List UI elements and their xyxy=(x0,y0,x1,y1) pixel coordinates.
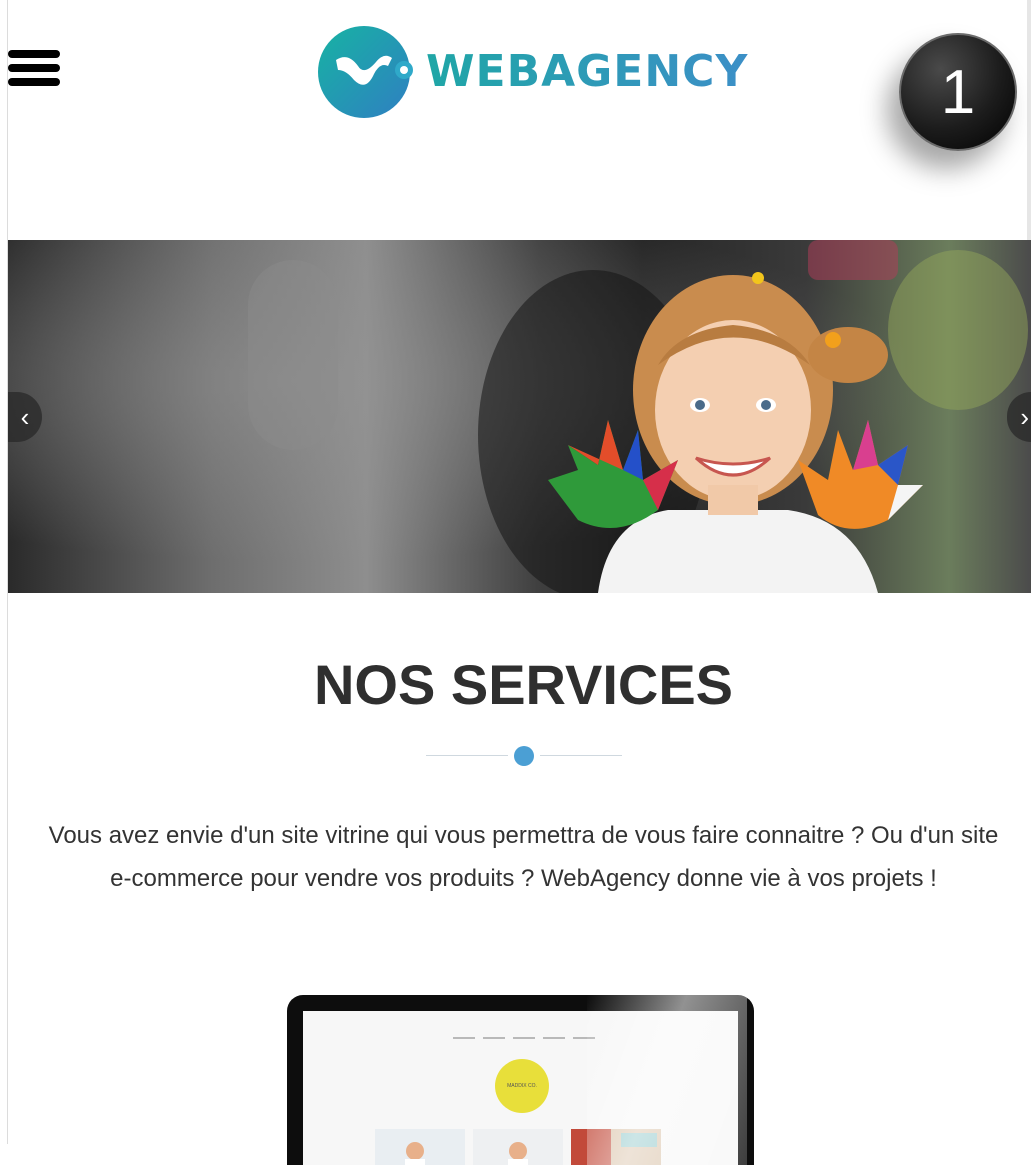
background-blur xyxy=(248,260,338,450)
step-number-badge: 1 xyxy=(899,33,1017,151)
services-title: NOS SERVICES xyxy=(313,653,734,716)
menu-bar xyxy=(8,78,60,86)
scrollbar-track[interactable] xyxy=(1027,0,1031,240)
screen-thumbnail xyxy=(375,1129,465,1165)
screen-nav xyxy=(453,1037,595,1039)
child-painted-hands-image xyxy=(548,272,923,593)
services-description: Vous avez envie d'un site vitrine qui vo… xyxy=(48,822,999,892)
screen-thumbnail xyxy=(473,1129,563,1165)
brand-logo[interactable]: WEBAGENCY xyxy=(318,22,748,120)
hamburger-menu-icon[interactable] xyxy=(8,50,60,90)
menu-bar xyxy=(8,64,60,72)
logo-mark-icon xyxy=(318,26,413,118)
menu-bar xyxy=(8,50,60,58)
divider-line xyxy=(540,755,622,756)
divider-line xyxy=(426,755,508,756)
screen-glare xyxy=(587,995,747,1165)
brand-name: WEBAGENCY xyxy=(426,45,749,97)
divider-dot xyxy=(514,746,534,766)
laptop-preview-image: MADDIX CO. xyxy=(287,995,754,1165)
section-divider xyxy=(426,746,622,766)
screen-logo: MADDIX CO. xyxy=(495,1059,549,1113)
hero-slider xyxy=(8,240,1031,593)
